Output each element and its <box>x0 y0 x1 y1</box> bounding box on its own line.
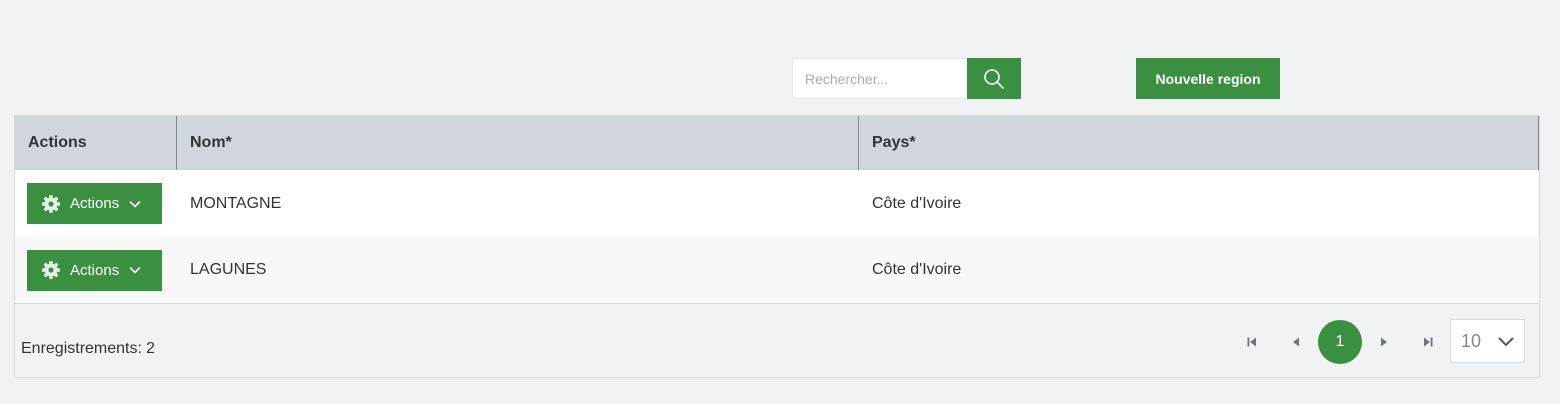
records-label: Enregistrements: <box>21 340 142 357</box>
chevron-down-icon <box>1498 337 1514 347</box>
search-input[interactable] <box>792 58 967 99</box>
cell-nom: MONTAGNE <box>190 194 282 212</box>
actions-cell: Actions <box>15 249 177 291</box>
next-page-button[interactable] <box>1362 320 1406 364</box>
column-header-pays[interactable]: Pays* <box>859 116 1539 170</box>
records-count: Enregistrements: 2 <box>21 340 159 358</box>
search-box <box>792 58 1021 99</box>
current-page-button[interactable]: 1 <box>1318 320 1362 364</box>
grid-header: Actions Nom* Pays* <box>15 116 1539 170</box>
column-header-nom[interactable]: Nom* <box>177 116 859 170</box>
gear-icon <box>42 194 60 213</box>
chevron-down-icon <box>129 200 141 208</box>
chevron-down-icon <box>129 266 141 274</box>
row-actions-label: Actions <box>70 195 120 212</box>
prev-page-icon <box>1293 337 1299 347</box>
records-value: 2 <box>145 340 155 357</box>
page-size-select[interactable]: 10 <box>1450 319 1525 363</box>
cell-pays: Côte d'Ivoire <box>872 194 962 212</box>
last-page-icon <box>1424 337 1433 347</box>
first-page-button[interactable] <box>1230 320 1274 364</box>
table-row: Actions MONTAGNE Côte d'Ivoire <box>15 170 1539 237</box>
row-actions-button[interactable]: Actions <box>27 249 162 291</box>
search-icon <box>984 68 1004 89</box>
pagination: 1 <box>1230 320 1450 364</box>
first-page-icon <box>1247 337 1256 347</box>
next-page-icon <box>1381 337 1387 347</box>
row-actions-label: Actions <box>70 261 120 279</box>
row-actions-button[interactable]: Actions <box>27 183 162 224</box>
cell-nom: LAGUNES <box>190 261 267 278</box>
page-size-value: 10 <box>1461 330 1482 351</box>
table-row: Actions LAGUNES Côte d'Ivoire <box>15 237 1539 304</box>
last-page-button[interactable] <box>1406 320 1450 364</box>
prev-page-button[interactable] <box>1274 320 1318 364</box>
actions-cell: Actions <box>15 183 177 224</box>
new-region-button[interactable]: Nouvelle region <box>1136 58 1280 99</box>
grid-footer: Enregistrements: 2 1 10 <box>15 304 1539 377</box>
data-grid: Actions Nom* Pays* Actions MONTAGNE Côte… <box>14 115 1540 378</box>
column-header-actions[interactable]: Actions <box>15 116 177 170</box>
toolbar: Nouvelle region <box>0 0 1560 110</box>
cell-pays: Côte d'Ivoire <box>872 261 962 278</box>
gear-icon <box>42 261 60 279</box>
search-button[interactable] <box>967 58 1021 99</box>
